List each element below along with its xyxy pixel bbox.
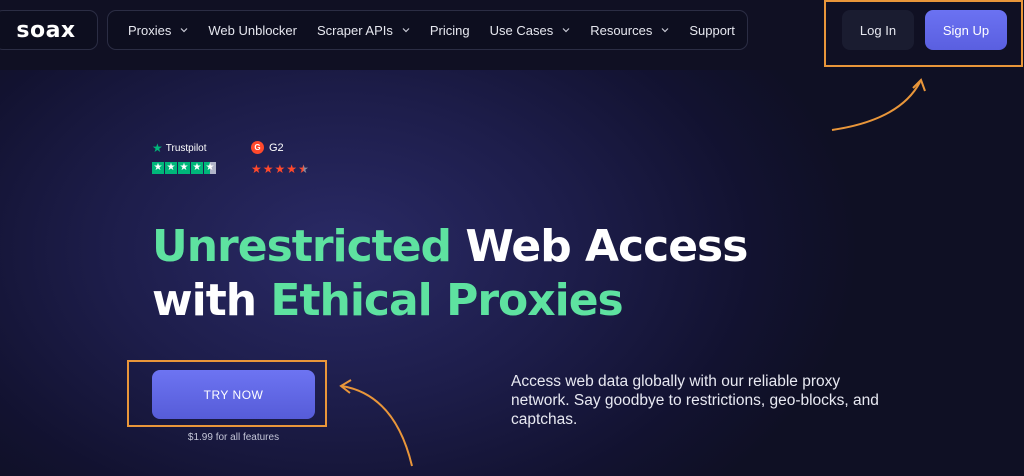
nav-item-pricing[interactable]: Pricing xyxy=(430,23,470,38)
star-icon: ★ xyxy=(274,162,286,176)
main-nav: Proxies Web Unblocker Scraper APIs Prici… xyxy=(107,10,748,50)
nav-item-label: Pricing xyxy=(429,22,470,38)
star-icon: ★ xyxy=(251,162,262,176)
chevron-down-icon xyxy=(661,26,669,34)
trustpilot-star-icon: ★ xyxy=(152,141,163,155)
arrow-to-signup xyxy=(831,81,921,131)
auth-highlight-box xyxy=(824,0,1023,67)
nav-item-label: Scraper APIs xyxy=(317,22,393,38)
nav-item-label: Resources xyxy=(590,22,653,38)
arrow-to-try-now-head xyxy=(339,379,352,394)
nav-item-resources[interactable]: Resources xyxy=(590,23,669,38)
headline-text: Web Access xyxy=(451,221,748,272)
page: soax Proxies Web Unblocker Scraper APIs … xyxy=(0,0,1024,476)
star-icon: ★ xyxy=(286,162,298,176)
logo[interactable]: soax xyxy=(0,10,98,50)
nav-item-proxies[interactable]: Proxies xyxy=(128,23,188,38)
hero-headline: Unrestricted Web Access with Ethical Pro… xyxy=(152,220,872,328)
nav-item-label: Web Unblocker xyxy=(208,22,297,38)
g2-stars: ★ ★ ★ ★ ★ xyxy=(251,162,310,176)
half-star-icon: ★ xyxy=(204,162,216,174)
g2-logo-icon: G xyxy=(251,141,264,154)
nav-item-label: Support xyxy=(689,22,735,38)
star-icon: ★ xyxy=(152,162,164,174)
nav-item-web-unblocker[interactable]: Web Unblocker xyxy=(208,23,297,38)
nav-item-label: Proxies xyxy=(128,22,172,38)
logo-text: soax xyxy=(16,17,76,43)
nav-item-use-cases[interactable]: Use Cases xyxy=(490,23,571,38)
g2-rating-label[interactable]: G G2 xyxy=(251,141,284,154)
arrow-to-try-now xyxy=(341,385,413,467)
half-star-icon: ★ xyxy=(298,162,309,176)
g2-label: G2 xyxy=(269,141,284,154)
cta-highlight-box xyxy=(127,360,327,427)
trustpilot-stars: ★ ★ ★ ★ ★ xyxy=(152,162,217,174)
chevron-down-icon xyxy=(180,26,188,34)
headline-highlight: Unrestricted xyxy=(152,221,452,272)
nav-item-support[interactable]: Support xyxy=(689,23,735,38)
nav-item-scraper-apis[interactable]: Scraper APIs xyxy=(317,23,410,38)
star-icon: ★ xyxy=(262,162,274,176)
headline-text: with xyxy=(152,275,271,326)
trustpilot-rating-label[interactable]: ★ Trustpilot xyxy=(152,141,207,155)
hero-description: Access web data globally with our reliab… xyxy=(511,373,879,428)
headline-highlight: Ethical Proxies xyxy=(270,275,623,326)
star-icon: ★ xyxy=(191,162,203,174)
nav-item-label: Use Cases xyxy=(489,22,554,38)
star-icon: ★ xyxy=(178,162,190,174)
price-note: $1.99 for all features xyxy=(187,432,280,443)
chevron-down-icon xyxy=(402,26,410,34)
trustpilot-label: Trustpilot xyxy=(165,142,207,154)
star-icon: ★ xyxy=(165,162,177,174)
chevron-down-icon xyxy=(562,26,570,34)
arrow-to-signup-head xyxy=(912,78,926,92)
